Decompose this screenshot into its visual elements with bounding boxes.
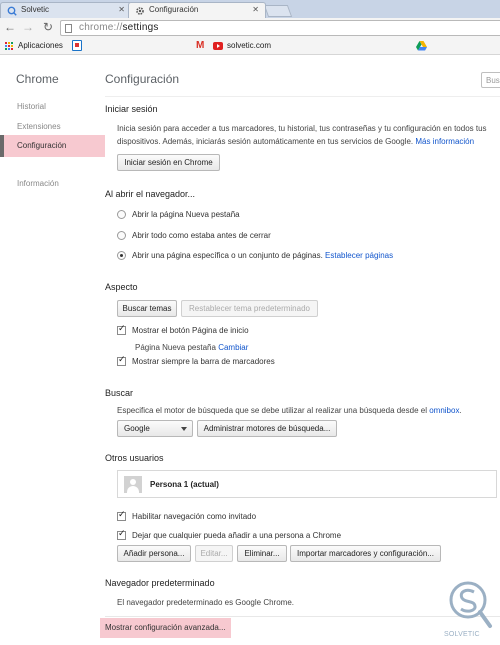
user-name: Persona 1 (actual) bbox=[150, 480, 219, 489]
checkbox-label: Dejar que cualquier pueda añadir a una p… bbox=[132, 531, 342, 540]
signin-chrome-button[interactable]: Iniciar sesión en Chrome bbox=[117, 154, 220, 171]
close-tab-icon[interactable]: ✕ bbox=[252, 5, 259, 14]
url-path: settings bbox=[122, 22, 159, 33]
youtube-icon[interactable] bbox=[213, 42, 223, 50]
search-engine-value: Google bbox=[124, 424, 150, 433]
search-description-text: Especifica el motor de búsqueda que se d… bbox=[117, 406, 427, 415]
tab-strip: Solvetic ✕ Configuración ✕ bbox=[0, 0, 500, 18]
checkbox-label: Mostrar el botón Página de inicio bbox=[132, 326, 249, 335]
tab-solvetic[interactable]: Solvetic ✕ bbox=[0, 2, 132, 18]
back-arrow-icon[interactable]: ← bbox=[3, 21, 17, 35]
add-person-button[interactable]: Añadir persona... bbox=[117, 545, 191, 562]
person-body bbox=[127, 486, 139, 493]
forward-arrow-icon[interactable]: → bbox=[21, 21, 35, 35]
more-info-link[interactable]: Más información bbox=[415, 137, 474, 146]
watermark-text: SOLVETIC bbox=[444, 631, 480, 638]
radio-label-text: Abrir una página específica o un conjunt… bbox=[132, 251, 323, 260]
import-bookmarks-button[interactable]: Importar marcadores y configuración... bbox=[290, 545, 441, 562]
apps-grid-icon[interactable] bbox=[5, 42, 14, 51]
tab-label: Configuración bbox=[149, 5, 199, 14]
solvetic-favicon-icon bbox=[7, 6, 17, 16]
gmail-icon[interactable]: M bbox=[196, 40, 204, 51]
address-bar[interactable]: chrome://settings bbox=[60, 20, 500, 36]
google-drive-icon[interactable] bbox=[416, 41, 427, 51]
radio-button[interactable] bbox=[117, 210, 126, 219]
bookmark-apps[interactable]: Aplicaciones bbox=[18, 41, 63, 50]
default-browser-section-title: Navegador predeterminado bbox=[105, 578, 215, 588]
get-themes-button[interactable]: Buscar temas bbox=[117, 300, 177, 317]
checkbox-label: Mostrar siempre la barra de marcadores bbox=[132, 357, 275, 366]
title-divider bbox=[105, 96, 500, 97]
radio-label: Abrir una página específica o un conjunt… bbox=[132, 251, 393, 260]
browser-toolbar: ← → ↻ chrome://settings bbox=[0, 18, 500, 38]
radio-label: Abrir la página Nueva pestaña bbox=[132, 210, 240, 219]
chevron-down-icon bbox=[181, 427, 187, 431]
settings-sidebar: Chrome Historial Extensiones Configuraci… bbox=[0, 56, 105, 645]
avatar bbox=[124, 476, 142, 493]
person-head bbox=[130, 479, 136, 485]
checkbox-checked[interactable] bbox=[117, 355, 126, 366]
close-tab-icon[interactable]: ✕ bbox=[118, 5, 125, 14]
page-icon bbox=[65, 24, 72, 33]
sidebar-item-configuracion[interactable]: Configuración bbox=[0, 135, 105, 157]
edit-person-button[interactable]: Editar... bbox=[195, 545, 233, 562]
tab-configuracion[interactable]: Configuración ✕ bbox=[128, 2, 266, 18]
sidebar-title: Chrome bbox=[16, 72, 59, 86]
people-section-title: Otros usuarios bbox=[105, 453, 164, 463]
settings-search-input[interactable]: Buscar bbox=[481, 72, 500, 88]
startup-section-title: Al abrir el navegador... bbox=[105, 189, 196, 199]
sidebar-item-informacion[interactable]: Información bbox=[0, 173, 105, 195]
settings-main: Configuración Buscar Iniciar sesión Inic… bbox=[100, 56, 500, 645]
reload-icon[interactable]: ↻ bbox=[41, 21, 55, 35]
bookmark-solvetic[interactable]: solvetic.com bbox=[227, 41, 271, 50]
signin-line-2: dispositivos. Además, iniciarás sesión a… bbox=[117, 137, 414, 146]
delete-person-button[interactable]: Eliminar... bbox=[237, 545, 287, 562]
radio-button[interactable] bbox=[117, 231, 126, 240]
search-engine-select[interactable]: Google bbox=[117, 420, 193, 437]
radio-button-selected[interactable] bbox=[117, 251, 126, 260]
checkbox-checked[interactable] bbox=[117, 529, 126, 540]
search-section-title: Buscar bbox=[105, 388, 134, 398]
page-title: Configuración bbox=[105, 72, 180, 86]
signin-line-1: Inicia sesión para acceder a tus marcado… bbox=[117, 124, 487, 133]
bookmark-extension-icon[interactable] bbox=[72, 40, 82, 51]
checkbox-checked[interactable] bbox=[117, 324, 126, 335]
checkbox-label: Habilitar navegación como invitado bbox=[132, 512, 257, 521]
url-scheme: chrome:// bbox=[79, 22, 123, 33]
bookmarks-bar: Aplicaciones M solvetic.com bbox=[0, 38, 500, 55]
radio-label: Abrir todo como estaba antes de cerrar bbox=[132, 231, 271, 240]
home-page-text: Página Nueva pestaña bbox=[135, 343, 216, 352]
set-pages-link[interactable]: Establecer páginas bbox=[325, 251, 393, 260]
new-tab-button[interactable] bbox=[263, 5, 293, 17]
user-list[interactable]: Persona 1 (actual) bbox=[117, 470, 497, 498]
bottom-divider bbox=[105, 616, 500, 617]
home-page-setting: Página Nueva pestaña Cambiar bbox=[135, 341, 248, 354]
reset-theme-button[interactable]: Restablecer tema predeterminado bbox=[181, 300, 318, 317]
search-description: Especifica el motor de búsqueda que se d… bbox=[117, 404, 462, 417]
omnibox-link[interactable]: omnibox bbox=[429, 406, 459, 415]
signin-section-title: Iniciar sesión bbox=[105, 104, 158, 114]
gear-icon bbox=[136, 7, 144, 15]
sidebar-item-historial[interactable]: Historial bbox=[0, 96, 105, 118]
search-description-end: . bbox=[459, 406, 462, 415]
signin-description: Inicia sesión para acceder a tus marcado… bbox=[117, 122, 487, 148]
appearance-section-title: Aspecto bbox=[105, 282, 138, 292]
default-browser-text: El navegador predeterminado es Google Ch… bbox=[117, 598, 294, 607]
change-home-link[interactable]: Cambiar bbox=[218, 343, 248, 352]
show-advanced-settings-link[interactable]: Mostrar configuración avanzada... bbox=[100, 618, 231, 638]
url-text: chrome://settings bbox=[79, 22, 159, 33]
checkbox-checked[interactable] bbox=[117, 510, 126, 521]
tab-label: Solvetic bbox=[21, 5, 50, 14]
manage-search-engines-button[interactable]: Administrar motores de búsqueda... bbox=[197, 420, 337, 437]
